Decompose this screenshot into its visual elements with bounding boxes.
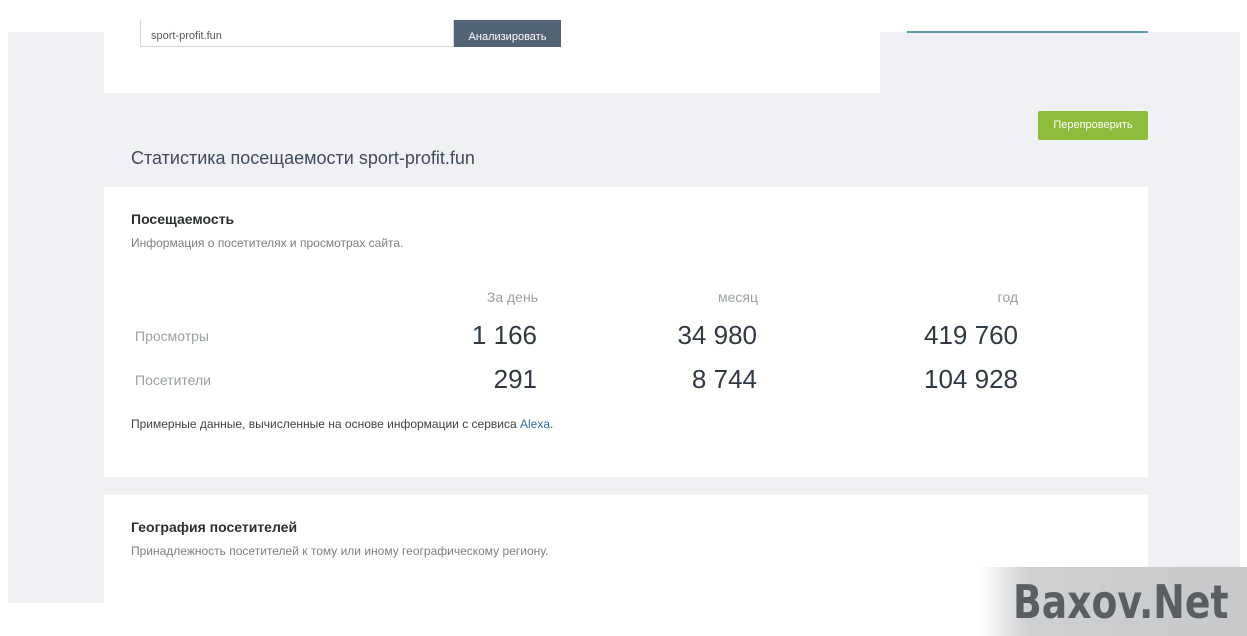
page: Анализировать Перепроверить Статистика п… — [0, 0, 1247, 636]
recheck-button[interactable]: Перепроверить — [1038, 111, 1148, 140]
row-label-visitors: Посетители — [135, 372, 211, 388]
domain-input[interactable] — [140, 20, 454, 47]
column-header-day: За день — [486, 289, 538, 305]
alexa-link[interactable]: Alexa — [520, 417, 550, 431]
geography-subtitle: Принадлежность посетителей к тому или ин… — [131, 544, 549, 558]
traffic-subtitle: Информация о посетителях и просмотрах са… — [131, 236, 404, 250]
views-month-value: 34 980 — [677, 320, 757, 350]
traffic-heading: Посещаемость — [131, 211, 235, 227]
watermark: Baxov.Net — [1013, 575, 1229, 629]
page-title: Статистика посещаемости sport-profit.fun — [131, 148, 475, 168]
note-suffix: . — [550, 417, 554, 431]
note-text: Примерные данные, вычисленные на основе … — [131, 417, 520, 431]
data-source-note: Примерные данные, вычисленные на основе … — [131, 417, 553, 431]
row-label-views: Просмотры — [135, 328, 209, 344]
sidebar-divider — [907, 31, 1148, 33]
column-header-year: год — [997, 289, 1018, 305]
geography-heading: География посетителей — [131, 519, 298, 535]
visitors-day-value: 291 — [493, 364, 537, 394]
column-header-month: месяц — [717, 289, 758, 305]
visitors-year-value: 104 928 — [924, 364, 1018, 394]
visitors-month-value: 8 744 — [691, 364, 757, 394]
views-day-value: 1 166 — [471, 320, 537, 350]
analyze-button[interactable]: Анализировать — [454, 20, 561, 47]
views-year-value: 419 760 — [924, 320, 1018, 350]
